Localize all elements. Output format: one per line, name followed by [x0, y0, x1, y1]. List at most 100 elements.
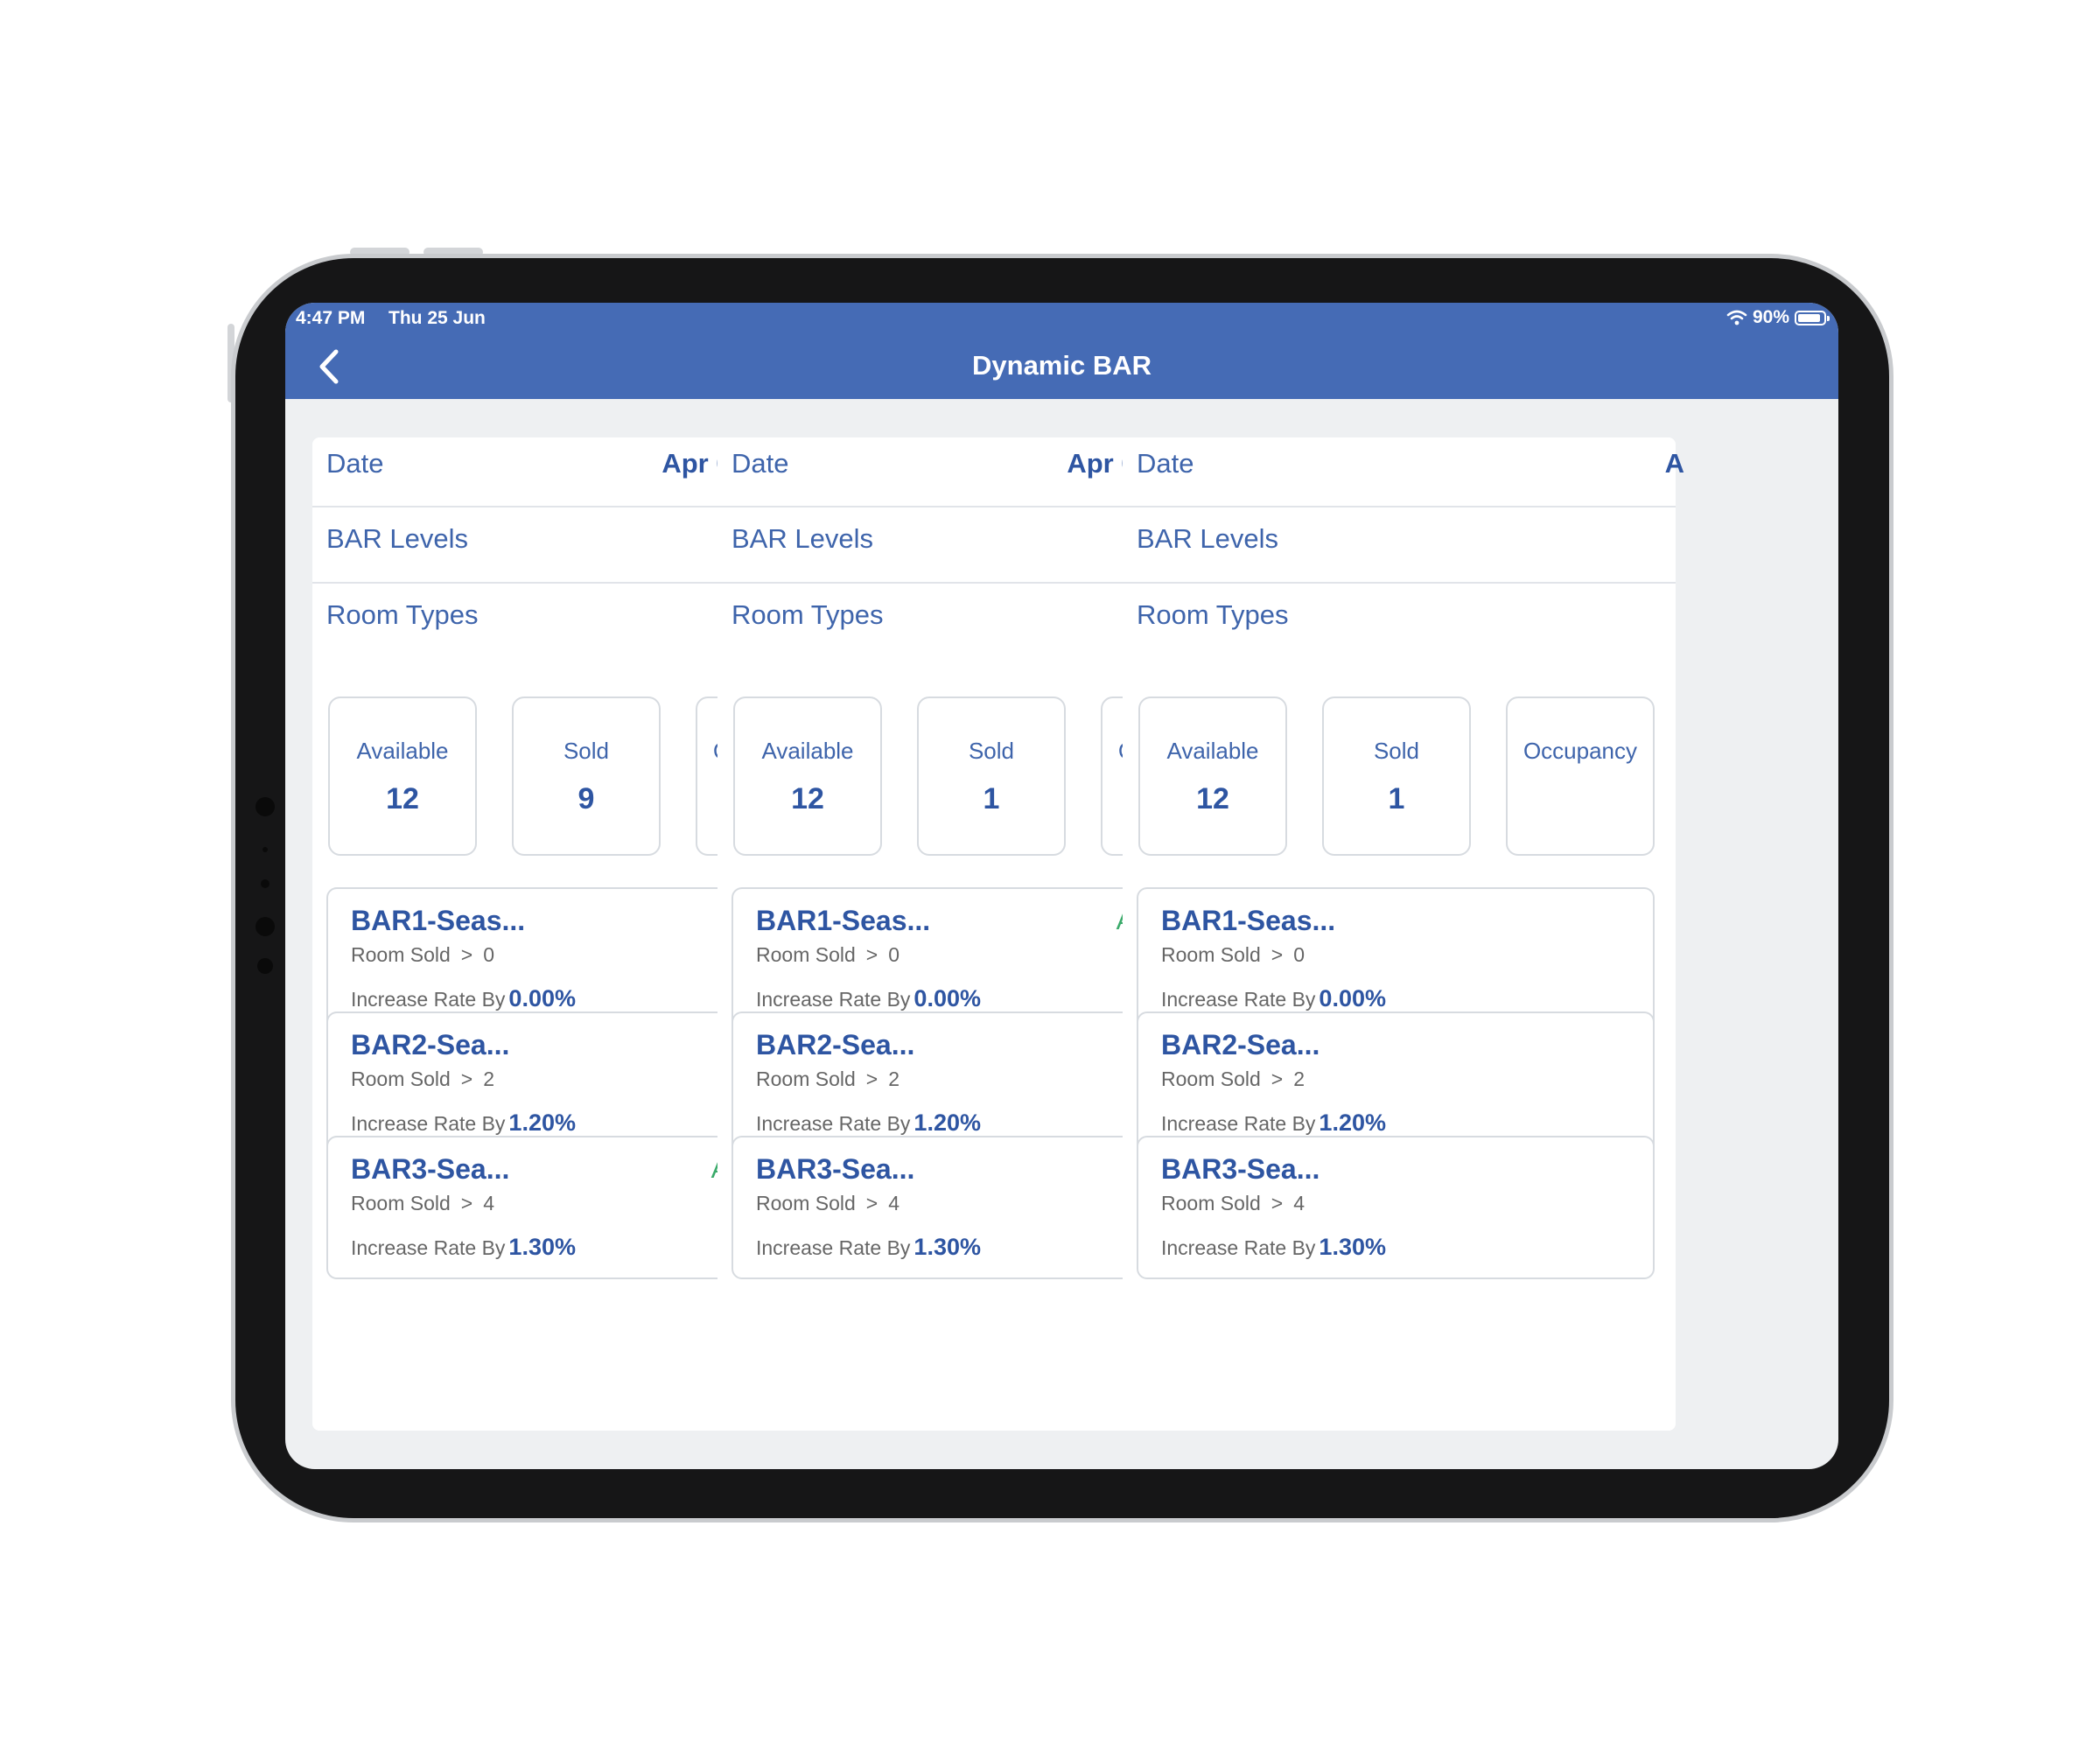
room-types-row[interactable]: Room Types — [1123, 591, 1676, 640]
increase-rate-value: 0.00% — [508, 985, 576, 1012]
available-label: Available — [1166, 738, 1259, 764]
room-sold-value: 4 — [888, 1192, 900, 1214]
room-sold-separator: > — [865, 1192, 878, 1214]
bar-name: BAR3-Sea... — [1161, 1153, 1320, 1185]
occupancy-stat: Occupancy — [1506, 696, 1655, 856]
bar-card-3[interactable]: BAR3-Sea... Room Sold >4 Increase Rate By… — [1137, 1136, 1655, 1279]
room-sold-value: 4 — [483, 1192, 495, 1214]
panels-scroller[interactable]: Date Apr 07, 2020 BAR Levels All Room Ty… — [285, 399, 1838, 1469]
bar-levels-row[interactable]: BAR Levels — [1123, 514, 1676, 564]
screen: 4:47 PM Thu 25 Jun 90% Dynamic BAR Date … — [285, 303, 1838, 1469]
increase-rate: Increase Rate By 1.30% — [351, 1234, 576, 1261]
room-sold-separator: > — [460, 1068, 473, 1090]
room-sold: Room Sold >2 — [1161, 1068, 1305, 1091]
wifi-icon — [1726, 310, 1747, 326]
increase-rate-label: Increase Rate By — [756, 1112, 911, 1135]
room-sold: Room Sold >2 — [756, 1068, 900, 1091]
room-sold-separator: > — [1270, 1068, 1284, 1090]
available-value: 12 — [1196, 782, 1229, 816]
status-indicators: 90% — [1726, 307, 1830, 328]
bar-levels-label: BAR Levels — [1137, 523, 1278, 554]
available-stat: Available 12 — [1138, 696, 1287, 856]
increase-rate-value: 0.00% — [914, 985, 981, 1012]
room-sold-label: Room Sold — [756, 1192, 856, 1214]
available-stat: Available 12 — [733, 696, 882, 856]
bar-name: BAR2-Sea... — [756, 1029, 915, 1060]
sold-value: 1 — [983, 782, 1000, 816]
status-date: Thu 25 Jun — [388, 308, 486, 328]
room-sold-value: 2 — [1293, 1068, 1306, 1090]
date-value: A — [1664, 448, 1684, 479]
room-sold-separator: > — [1270, 1192, 1284, 1214]
increase-rate-label: Increase Rate By — [1161, 988, 1316, 1011]
page-title: Dynamic BAR — [972, 350, 1152, 381]
increase-rate: Increase Rate By 1.20% — [756, 1110, 981, 1137]
battery-icon — [1795, 310, 1830, 326]
increase-rate-value: 1.20% — [1319, 1110, 1386, 1136]
bar-name: BAR3-Sea... — [756, 1153, 915, 1185]
increase-rate: Increase Rate By 1.30% — [1161, 1234, 1386, 1261]
bar-name: BAR1-Seas... — [1161, 905, 1336, 936]
increase-rate-value: 1.30% — [508, 1234, 576, 1260]
increase-rate-label: Increase Rate By — [756, 1236, 911, 1259]
nav-header: 4:47 PM Thu 25 Jun 90% Dynamic BAR — [285, 303, 1838, 399]
room-sold-label: Room Sold — [1161, 943, 1261, 966]
room-sold-separator: > — [865, 1068, 878, 1090]
room-sold: Room Sold >4 — [351, 1192, 494, 1215]
status-time: 4:47 PM — [296, 308, 366, 328]
bar-name: BAR3-Sea... — [351, 1153, 510, 1185]
increase-rate-value: 1.20% — [914, 1110, 981, 1136]
room-sold: Room Sold >2 — [351, 1068, 494, 1091]
increase-rate: Increase Rate By 1.30% — [756, 1234, 981, 1261]
date-row[interactable]: Date A — [1123, 439, 1684, 488]
room-sold-value: 2 — [888, 1068, 900, 1090]
increase-rate: Increase Rate By 0.00% — [1161, 985, 1386, 1012]
room-sold: Room Sold >4 — [756, 1192, 900, 1215]
bar-name: BAR2-Sea... — [351, 1029, 510, 1060]
room-sold-label: Room Sold — [1161, 1068, 1261, 1090]
room-sold-separator: > — [460, 943, 473, 966]
increase-rate-label: Increase Rate By — [1161, 1112, 1316, 1135]
room-types-label: Room Types — [326, 599, 479, 630]
occupancy-label: Occupancy — [1522, 738, 1638, 764]
battery-percent: 90% — [1752, 307, 1789, 327]
increase-rate-value: 1.30% — [1319, 1234, 1386, 1260]
bar-card-1[interactable]: BAR1-Seas... Room Sold >0 Increase Rate B… — [1137, 887, 1655, 1031]
room-sold-value: 0 — [888, 943, 900, 966]
date-panel: Date A BAR Levels Room Types Available 1… — [1123, 438, 1684, 1431]
increase-rate: Increase Rate By 1.20% — [1161, 1110, 1386, 1137]
bar-name: BAR1-Seas... — [351, 905, 526, 936]
increase-rate: Increase Rate By 0.00% — [756, 985, 981, 1012]
room-sold-label: Room Sold — [351, 1192, 451, 1214]
room-sold: Room Sold >0 — [756, 943, 900, 967]
room-types-label: Room Types — [732, 599, 884, 630]
available-label: Available — [356, 738, 449, 764]
room-sold-value: 4 — [1293, 1192, 1306, 1214]
room-sold-label: Room Sold — [756, 1068, 856, 1090]
sold-label: Sold — [968, 738, 1015, 764]
sold-label: Sold — [1373, 738, 1420, 764]
date-label: Date — [732, 448, 789, 479]
bar-name: BAR2-Sea... — [1161, 1029, 1320, 1060]
available-value: 12 — [791, 782, 824, 816]
date-label: Date — [1137, 448, 1194, 479]
increase-rate-label: Increase Rate By — [351, 1112, 506, 1135]
room-sold-label: Room Sold — [351, 1068, 451, 1090]
room-types-label: Room Types — [1137, 599, 1289, 630]
sold-label: Sold — [563, 738, 610, 764]
increase-rate-value: 0.00% — [1319, 985, 1386, 1012]
room-sold-label: Room Sold — [756, 943, 856, 966]
date-label: Date — [326, 448, 384, 479]
sold-stat: Sold 1 — [1322, 696, 1471, 856]
increase-rate: Increase Rate By 0.00% — [351, 985, 576, 1012]
increase-rate-label: Increase Rate By — [351, 1236, 506, 1259]
bar-name: BAR1-Seas... — [756, 905, 931, 936]
sold-value: 1 — [1388, 782, 1405, 816]
bar-card-2[interactable]: BAR2-Sea... Room Sold >2 Increase Rate By… — [1137, 1012, 1655, 1155]
room-sold-value: 2 — [483, 1068, 495, 1090]
room-sold-separator: > — [460, 1192, 473, 1214]
room-sold: Room Sold >4 — [1161, 1192, 1305, 1215]
sold-value: 9 — [578, 782, 595, 816]
room-sold: Room Sold >0 — [351, 943, 494, 967]
sold-stat: Sold 9 — [512, 696, 661, 856]
